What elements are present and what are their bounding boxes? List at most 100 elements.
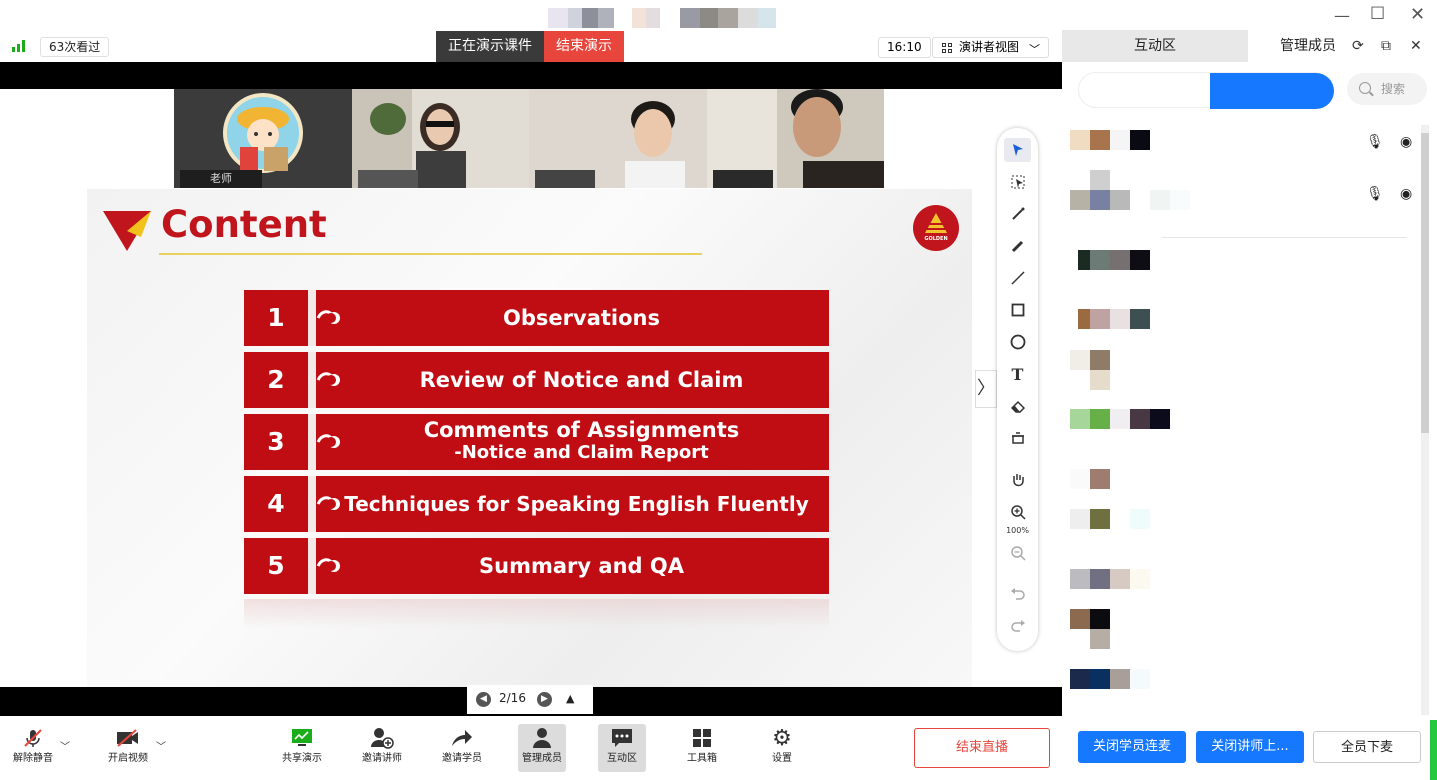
prev-page-icon[interactable]: ◀ [476, 692, 491, 707]
video-tile[interactable] [351, 89, 529, 188]
video-name: 老师 [180, 170, 262, 188]
pen-tool[interactable] [1004, 234, 1031, 258]
agenda-label: Review of Notice and Claim [419, 368, 744, 392]
agenda-label-group: Comments of Assignments -Notice and Clai… [334, 418, 829, 464]
mic-icon[interactable]: 🎙 [1366, 134, 1384, 150]
toolbox-button[interactable]: 工具箱 [674, 724, 730, 772]
video-tile[interactable]: 老师 [174, 89, 352, 188]
member-row[interactable] [1070, 509, 1160, 533]
toolbox-label: 工具箱 [687, 753, 717, 764]
panel-tabs: 互动区 管理成员 ⟳ ⧉ ✕ [1062, 30, 1437, 62]
text-icon: T [1011, 364, 1024, 384]
annotation-toolbar: T 100% [997, 128, 1038, 651]
agenda-item: 2 Review of Notice and Claim [244, 352, 829, 408]
member-row[interactable] [1070, 609, 1160, 649]
chevron-down-icon: ﹀ [1029, 43, 1040, 56]
select-tool[interactable] [1004, 170, 1031, 194]
member-row[interactable] [1070, 669, 1160, 693]
end-live-button[interactable]: 结束直播 [914, 728, 1050, 768]
eraser-tool[interactable] [1004, 394, 1031, 418]
scrollbar-thumb[interactable] [1421, 133, 1429, 433]
invite-lecturer-button[interactable]: 邀请讲师 [354, 724, 410, 772]
golden-pyramid-icon [925, 213, 947, 233]
interaction-button[interactable]: 互动区 [598, 724, 646, 772]
rectangle-tool[interactable] [1004, 298, 1031, 322]
manage-members-label: 管理成员 [522, 753, 562, 764]
pointer-tool[interactable] [1004, 138, 1031, 162]
tab-members[interactable]: 管理成员 [1248, 30, 1368, 62]
eraser-icon [1010, 400, 1025, 413]
search-input[interactable]: 搜索 [1347, 73, 1427, 105]
start-video-label: 开启视频 [108, 753, 148, 764]
manage-members-button[interactable]: 管理成员 [518, 724, 566, 772]
member-row[interactable] [1070, 170, 1210, 210]
clear-tool[interactable] [1004, 426, 1031, 450]
maximize-icon[interactable]: ☐ [1370, 4, 1385, 24]
video-name [357, 170, 418, 188]
member-row[interactable] [1070, 350, 1160, 390]
tab-interaction[interactable]: 互动区 [1062, 30, 1248, 62]
settings-button[interactable]: ⚙ 设置 [754, 724, 810, 772]
close-lecturer-button[interactable]: 关闭讲师上... [1196, 731, 1304, 763]
circle-tool[interactable] [1004, 330, 1031, 354]
close-icon[interactable]: ✕ [1410, 4, 1425, 25]
grid-icon [942, 43, 952, 53]
member-row[interactable] [1070, 409, 1190, 433]
share-screen-icon [292, 729, 312, 746]
laser-tool[interactable] [1004, 202, 1031, 226]
share-button[interactable]: 共享演示 [274, 724, 330, 772]
close-panel-icon[interactable]: ✕ [1410, 38, 1422, 54]
member-divider [1162, 237, 1407, 238]
agenda-separator [308, 538, 316, 594]
minimize-icon[interactable]: — [1334, 6, 1350, 25]
camera-icon[interactable]: ◉ [1400, 186, 1412, 202]
pan-tool[interactable] [1004, 468, 1031, 492]
member-row[interactable] [1070, 130, 1190, 154]
redo-tool[interactable] [1004, 613, 1031, 637]
all-mic-off-button[interactable]: 全员下麦 [1313, 731, 1421, 763]
view-mode-label: 演讲者视图 [959, 40, 1020, 54]
view-mode-select[interactable]: 演讲者视图 ﹀ [932, 37, 1049, 58]
invite-student-label: 邀请学员 [442, 753, 482, 764]
video-tile[interactable] [706, 89, 884, 188]
member-row[interactable] [1070, 469, 1160, 493]
member-row[interactable] [1070, 569, 1160, 593]
zoom-in-tool[interactable] [1004, 500, 1031, 524]
gear-icon: ⚙ [772, 725, 792, 751]
clock: 16:10 [878, 37, 931, 58]
member-list-scrollbar[interactable] [1421, 125, 1429, 715]
chat-icon [612, 729, 632, 747]
toolbox-grid-icon [693, 729, 711, 747]
camera-icon[interactable]: ◉ [1400, 134, 1412, 150]
chevron-up-icon[interactable]: ▲ [566, 692, 574, 705]
refresh-icon[interactable]: ⟳ [1352, 38, 1364, 54]
next-page-icon[interactable]: ▶ [537, 692, 552, 707]
redo-icon [1010, 620, 1025, 632]
expand-toolbar-button[interactable]: 〉 [975, 370, 997, 408]
member-row[interactable] [1070, 309, 1160, 333]
start-video-button[interactable]: 开启视频 [100, 724, 156, 772]
zoom-out-icon [1010, 546, 1026, 561]
agenda-number: 4 [267, 489, 285, 518]
line-tool[interactable] [1004, 266, 1031, 290]
invite-student-button[interactable]: 邀请学员 [434, 724, 490, 772]
chevron-down-icon[interactable]: ﹀ [60, 738, 70, 753]
agenda-sublabel: -Notice and Claim Report [454, 442, 709, 463]
golden-logo-text: GOLDEN [924, 236, 948, 242]
popout-icon[interactable]: ⧉ [1381, 38, 1391, 54]
slide-pager: ◀ 2/16 ▶ ▲ [467, 685, 593, 714]
unmute-label: 解除静音 [13, 753, 53, 764]
page-indicator: 2/16 [499, 691, 526, 705]
end-presenting-button[interactable]: 结束演示 [544, 31, 624, 62]
agenda-label: Summary and QA [479, 554, 684, 578]
chevron-down-icon[interactable]: ﹀ [156, 738, 166, 753]
zoom-out-tool[interactable] [1004, 541, 1031, 565]
unmute-button[interactable]: 解除静音 [5, 724, 61, 772]
undo-tool[interactable] [1004, 581, 1031, 605]
member-row[interactable] [1070, 250, 1160, 274]
mic-icon[interactable]: 🎙 [1366, 186, 1384, 202]
text-tool[interactable]: T [1004, 362, 1031, 386]
member-filter-blurred[interactable] [1078, 72, 1334, 109]
video-tile[interactable] [529, 89, 707, 188]
close-student-mic-button[interactable]: 关闭学员连麦 [1078, 731, 1186, 763]
